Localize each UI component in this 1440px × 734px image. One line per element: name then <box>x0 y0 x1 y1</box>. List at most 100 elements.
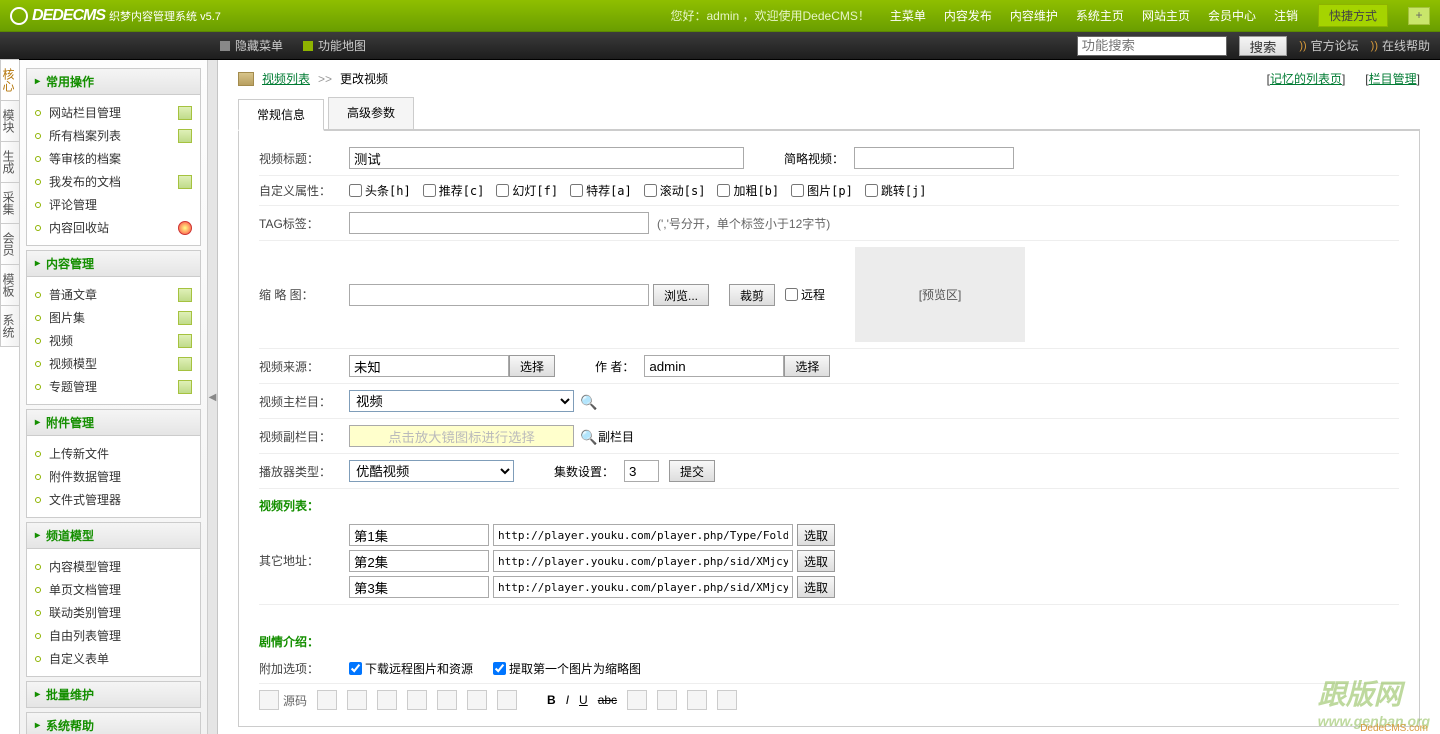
sidebar-item-video[interactable]: 视频 <box>31 329 196 352</box>
source-select-button[interactable]: 选择 <box>509 355 555 377</box>
ep-select-button[interactable]: 选取 <box>797 576 835 598</box>
video-title-input[interactable] <box>349 147 744 169</box>
ed-btn[interactable] <box>437 690 457 710</box>
quick-mode-dropdown[interactable]: 快捷方式 <box>1318 4 1388 27</box>
bc-column-manage[interactable]: 栏目管理 <box>1369 72 1417 86</box>
sidebar-item-topic[interactable]: 专题管理 <box>31 375 196 398</box>
sitemap-link[interactable]: 功能地图 <box>303 37 366 54</box>
forum-link[interactable]: ))官方论坛 <box>1299 37 1358 54</box>
ep-name-input[interactable] <box>349 550 489 572</box>
nav-main-menu[interactable]: 主菜单 <box>890 7 926 24</box>
bold-icon[interactable]: B <box>547 693 556 707</box>
sidebar-item-all-docs[interactable]: 所有档案列表 <box>31 124 196 147</box>
plus-button[interactable]: + <box>1408 7 1430 25</box>
sb-head-attach[interactable]: 附件管理 <box>26 409 201 436</box>
author-select-button[interactable]: 选择 <box>784 355 830 377</box>
sidebar-item-free-list[interactable]: 自由列表管理 <box>31 624 196 647</box>
brief-video-input[interactable] <box>854 147 1014 169</box>
bc-remembered-list[interactable]: 记忆的列表页 <box>1270 72 1342 86</box>
ltab-core[interactable]: 核心 <box>0 59 19 101</box>
ed-btn[interactable] <box>657 690 677 710</box>
nav-sys-home[interactable]: 系统主页 <box>1076 7 1124 24</box>
ep-url-input[interactable] <box>493 550 793 572</box>
nav-maintain[interactable]: 内容维护 <box>1010 7 1058 24</box>
extra-first-image[interactable]: 提取第一个图片为缩略图 <box>493 660 641 677</box>
sidebar-item-single-page[interactable]: 单页文档管理 <box>31 578 196 601</box>
sidebar-item-pending[interactable]: 等审核的档案 <box>31 147 196 170</box>
sidebar-item-content-model[interactable]: 内容模型管理 <box>31 555 196 578</box>
ltab-collect[interactable]: 采集 <box>0 182 19 224</box>
strike-icon[interactable]: abc <box>598 693 617 707</box>
ep-select-button[interactable]: 选取 <box>797 524 835 546</box>
sb-head-content[interactable]: 内容管理 <box>26 250 201 277</box>
ed-btn[interactable] <box>407 690 427 710</box>
sidebar-item-my-docs[interactable]: 我发布的文档 <box>31 170 196 193</box>
ep-name-input[interactable] <box>349 576 489 598</box>
ed-btn[interactable] <box>377 690 397 710</box>
attr-image[interactable]: 图片[p] <box>791 182 853 199</box>
browse-button[interactable]: 浏览... <box>653 284 709 306</box>
sidebar-toggle[interactable]: ◀ <box>208 60 218 734</box>
ltab-member[interactable]: 会员 <box>0 223 19 265</box>
sidebar-item-comments[interactable]: 评论管理 <box>31 193 196 216</box>
sb-head-channel[interactable]: 频道模型 <box>26 522 201 549</box>
attr-jump[interactable]: 跳转[j] <box>865 182 927 199</box>
ltab-system[interactable]: 系统 <box>0 305 19 347</box>
sidebar-item-recycle[interactable]: 内容回收站 <box>31 216 196 239</box>
attr-headline[interactable]: 头条[h] <box>349 182 411 199</box>
ed-btn[interactable] <box>347 690 367 710</box>
hide-menu-link[interactable]: 隐藏菜单 <box>220 37 283 54</box>
search-button[interactable]: 搜索 <box>1239 36 1288 56</box>
sidebar-item-custom-form[interactable]: 自定义表单 <box>31 647 196 670</box>
sub-column-input[interactable] <box>349 425 574 447</box>
author-input[interactable] <box>644 355 784 377</box>
ep-url-input[interactable] <box>493 524 793 546</box>
attr-slide[interactable]: 幻灯[f] <box>496 182 558 199</box>
sidebar-item-album[interactable]: 图片集 <box>31 306 196 329</box>
ep-select-button[interactable]: 选取 <box>797 550 835 572</box>
attr-bold[interactable]: 加粗[b] <box>717 182 779 199</box>
italic-icon[interactable]: I <box>566 693 569 707</box>
ed-btn[interactable] <box>687 690 707 710</box>
sidebar-item-article[interactable]: 普通文章 <box>31 283 196 306</box>
sb-head-common[interactable]: 常用操作 <box>26 68 201 95</box>
episodes-count-input[interactable] <box>624 460 659 482</box>
nav-publish[interactable]: 内容发布 <box>944 7 992 24</box>
sidebar-item-columns[interactable]: 网站栏目管理 <box>31 101 196 124</box>
player-type-select[interactable]: 优酷视频 <box>349 460 514 482</box>
ltab-generate[interactable]: 生成 <box>0 141 19 183</box>
attr-recommend[interactable]: 推荐[c] <box>423 182 485 199</box>
ep-name-input[interactable] <box>349 524 489 546</box>
attr-scroll[interactable]: 滚动[s] <box>644 182 706 199</box>
sb-head-batch[interactable]: 批量维护 <box>26 681 201 708</box>
ltab-module[interactable]: 模块 <box>0 100 19 142</box>
thumb-input[interactable] <box>349 284 649 306</box>
sidebar-item-file-manager[interactable]: 文件式管理器 <box>31 488 196 511</box>
source-input[interactable] <box>349 355 509 377</box>
extra-download[interactable]: 下载远程图片和资源 <box>349 660 473 677</box>
magnifier-icon[interactable]: 🔍 <box>580 394 594 408</box>
nav-logout[interactable]: 注销 <box>1274 7 1298 24</box>
ed-btn[interactable] <box>717 690 737 710</box>
tab-normal[interactable]: 常规信息 <box>238 99 324 131</box>
nav-member[interactable]: 会员中心 <box>1208 7 1256 24</box>
sb-head-syshelp[interactable]: 系统帮助 <box>26 712 201 734</box>
ed-btn[interactable] <box>467 690 487 710</box>
source-icon[interactable] <box>259 690 279 710</box>
sidebar-item-video-model[interactable]: 视频模型 <box>31 352 196 375</box>
attr-special[interactable]: 特荐[a] <box>570 182 632 199</box>
function-search-input[interactable] <box>1077 36 1227 56</box>
remote-checkbox[interactable]: 远程 <box>785 286 825 303</box>
sidebar-item-upload[interactable]: 上传新文件 <box>31 442 196 465</box>
magnifier-icon[interactable]: 🔍 <box>580 429 594 443</box>
sidebar-item-linkage[interactable]: 联动类别管理 <box>31 601 196 624</box>
crop-button[interactable]: 裁剪 <box>729 284 775 306</box>
main-column-select[interactable]: 视频 <box>349 390 574 412</box>
help-link[interactable]: ))在线帮助 <box>1371 37 1430 54</box>
tag-input[interactable] <box>349 212 649 234</box>
nav-site-home[interactable]: 网站主页 <box>1142 7 1190 24</box>
ed-btn[interactable] <box>497 690 517 710</box>
submit-button[interactable]: 提交 <box>669 460 715 482</box>
ed-btn[interactable] <box>627 690 647 710</box>
sidebar-item-attach-data[interactable]: 附件数据管理 <box>31 465 196 488</box>
